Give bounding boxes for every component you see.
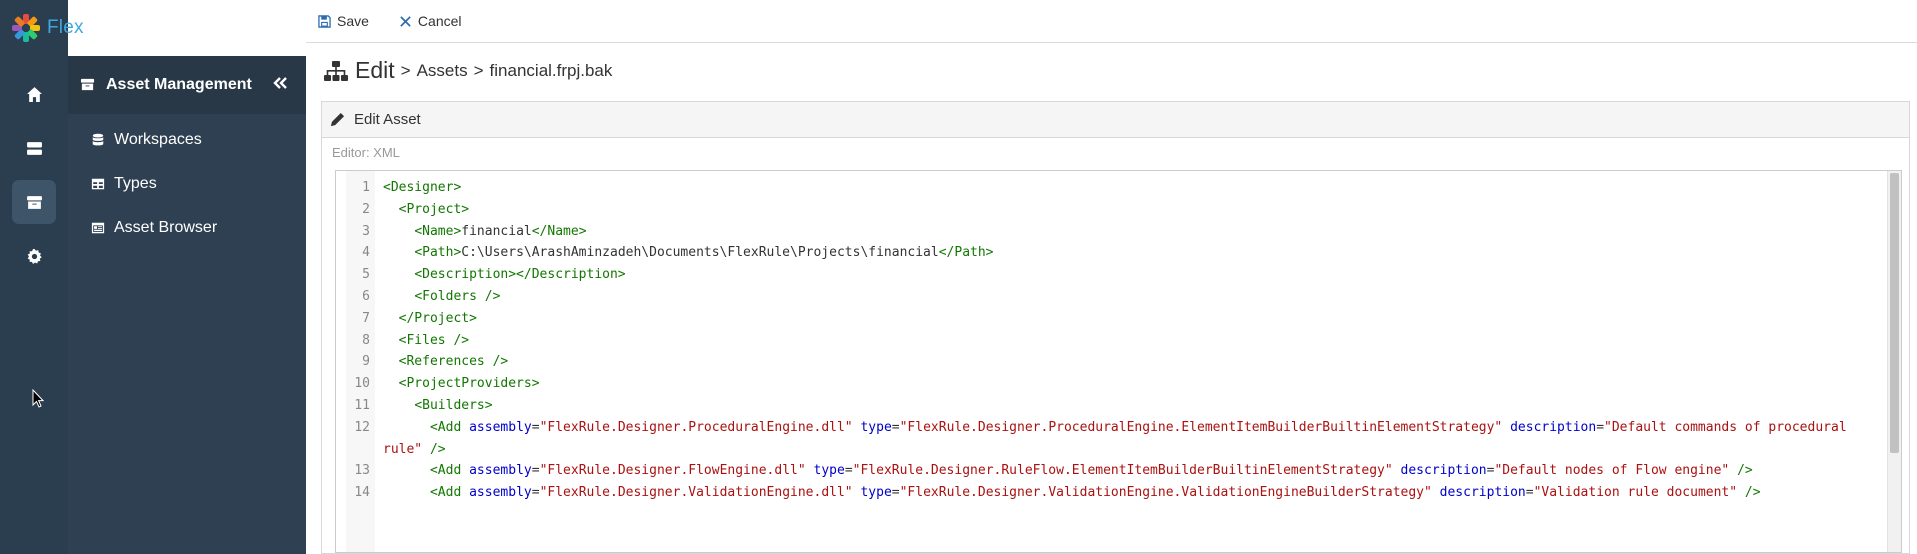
sitemap-icon xyxy=(324,60,348,81)
editor-label: Editor: XML xyxy=(332,145,400,160)
code-text: <Folders /> xyxy=(414,288,501,304)
sidebar-title: Asset Management xyxy=(106,76,252,93)
code-line[interactable]: 9 <References /> xyxy=(336,351,1887,373)
mouse-cursor-icon xyxy=(32,389,44,408)
database-icon xyxy=(92,133,104,146)
brand-registered: ® xyxy=(123,15,130,25)
toolbar: Save Cancel xyxy=(306,0,1917,43)
code-text: <Files /> xyxy=(398,332,470,348)
page-title: Edit xyxy=(355,57,395,83)
save-label: Save xyxy=(337,13,369,29)
line-number: 4 xyxy=(362,245,370,261)
code-text: <Add assembly="FlexRule.Designer.Validat… xyxy=(429,485,1761,501)
code-line[interactable]: 6 <Folders /> xyxy=(336,286,1887,308)
pencil-icon xyxy=(330,112,345,127)
archive-icon xyxy=(80,75,106,95)
brand-rule: Rule xyxy=(83,17,124,38)
xml-code-editor[interactable]: 1 <Designer> 2 <Project> 3 <Name>financial<… xyxy=(335,170,1902,553)
code-text: </Project> xyxy=(398,310,477,326)
code-text: <Project> xyxy=(398,201,470,217)
line-number: 10 xyxy=(354,376,370,392)
sidebar-item-types[interactable]: Types xyxy=(68,162,306,206)
code-text: <ProjectProviders> xyxy=(398,376,540,392)
code-line[interactable]: 3 <Name>financial</Name> xyxy=(336,221,1887,243)
code-text: <Add assembly="FlexRule.Designer.FlowEng… xyxy=(429,463,1753,479)
code-line[interactable]: 1 <Designer> xyxy=(336,177,1887,199)
flexrule-logo-icon xyxy=(12,14,40,42)
code-line[interactable]: 5 <Description></Description> xyxy=(336,264,1887,286)
breadcrumb-separator: > xyxy=(400,60,411,80)
line-number: 6 xyxy=(362,288,370,304)
code-line[interactable]: 7 </Project> xyxy=(336,308,1887,330)
breadcrumb: Edit > Assets > financial.frpj.bak xyxy=(323,57,612,84)
panel-title: Edit Asset xyxy=(354,111,421,128)
scrollbar-thumb[interactable] xyxy=(1890,173,1899,453)
line-number: 11 xyxy=(354,397,370,413)
collapse-sidebar-button[interactable] xyxy=(272,75,288,96)
save-button[interactable]: Save xyxy=(318,13,369,29)
line-number: 3 xyxy=(362,223,370,239)
breadcrumb-separator: > xyxy=(473,60,484,80)
code-text: <Builders> xyxy=(414,397,493,413)
archive-icon xyxy=(26,195,42,209)
breadcrumb-file: financial.frpj.bak xyxy=(489,60,613,80)
brand-workbench: Workbench xyxy=(139,20,211,36)
flexrule-logo[interactable]: FlexRule® Workbench xyxy=(10,12,210,44)
line-number: 1 xyxy=(362,180,370,195)
cancel-label: Cancel xyxy=(417,13,462,29)
line-number: 8 xyxy=(362,332,370,348)
sidebar-item-label: Asset Browser xyxy=(114,219,218,236)
asset-management-sidebar: Asset Management Workspaces Types Asset … xyxy=(68,56,306,554)
line-number: 7 xyxy=(362,310,370,326)
table-icon xyxy=(91,178,105,190)
close-icon xyxy=(400,15,411,27)
content-area: Edit > Assets > financial.frpj.bak Edit … xyxy=(306,43,1917,554)
sidebar-item-workspaces[interactable]: Workspaces xyxy=(68,118,306,162)
sidebar-item-asset-browser[interactable]: Asset Browser xyxy=(68,206,306,250)
code-text: <Add assembly="FlexRule.Designer.Procedu… xyxy=(383,419,1855,457)
browser-icon xyxy=(91,222,105,234)
code-text: <Designer> xyxy=(383,180,462,195)
code-text: <References /> xyxy=(398,354,509,370)
main-area: Save Cancel Edit > Assets > financial.fr… xyxy=(306,0,1917,554)
double-chevron-left-icon xyxy=(273,76,287,89)
brand-name: FlexRule® xyxy=(47,15,130,39)
rail-settings-button[interactable] xyxy=(12,234,56,278)
code-line[interactable]: 10 <ProjectProviders> xyxy=(336,373,1887,395)
line-number: 12 xyxy=(354,419,370,435)
code-line[interactable]: 4 <Path>C:\Users\ArashAminzadeh\Document… xyxy=(336,242,1887,264)
brand-flex: Flex xyxy=(47,17,84,38)
line-number: 2 xyxy=(362,201,370,217)
code-line[interactable]: 2 <Project> xyxy=(336,199,1887,221)
code-lines: 1 <Designer> 2 <Project> 3 <Name>financial<… xyxy=(336,177,1887,504)
sidebar-item-label: Workspaces xyxy=(114,131,202,148)
code-text: <Description></Description> xyxy=(414,267,626,283)
line-number: 5 xyxy=(362,267,370,283)
icon-rail: FlexRule® Workbench xyxy=(0,0,210,554)
panel-header: Edit Asset xyxy=(322,102,1909,138)
rail-home-button[interactable] xyxy=(12,72,56,116)
code-text: <Name>financial</Name> xyxy=(414,223,587,239)
code-text: <Path>C:\Users\ArashAminzadeh\Documents\… xyxy=(414,245,994,261)
code-line[interactable]: 11 <Builders> xyxy=(336,395,1887,417)
rail-assets-button[interactable] xyxy=(12,180,56,224)
server-icon xyxy=(26,141,42,155)
rail-server-button[interactable] xyxy=(12,126,56,170)
gear-icon xyxy=(27,248,42,264)
floppy-disk-icon xyxy=(318,14,331,28)
code-line[interactable]: 14 <Add assembly="FlexRule.Designer.Vali… xyxy=(336,482,1887,504)
code-line[interactable]: 13 <Add assembly="FlexRule.Designer.Flow… xyxy=(336,460,1887,482)
line-number: 9 xyxy=(362,354,370,370)
line-number: 13 xyxy=(354,463,370,479)
line-number: 14 xyxy=(354,485,370,501)
home-icon xyxy=(26,86,42,102)
code-line[interactable]: 12 <Add assembly="FlexRule.Designer.Proc… xyxy=(336,417,1887,461)
editor-scrollbar[interactable] xyxy=(1887,171,1901,552)
code-line[interactable]: 8 <Files /> xyxy=(336,330,1887,352)
sidebar-item-label: Types xyxy=(114,175,157,192)
edit-asset-panel: Edit Asset Editor: XML 1 <Designer> 2 <Pro… xyxy=(321,101,1910,554)
breadcrumb-assets[interactable]: Assets xyxy=(417,61,468,81)
cancel-button[interactable]: Cancel xyxy=(399,13,462,29)
sidebar-header: Asset Management xyxy=(68,56,306,114)
